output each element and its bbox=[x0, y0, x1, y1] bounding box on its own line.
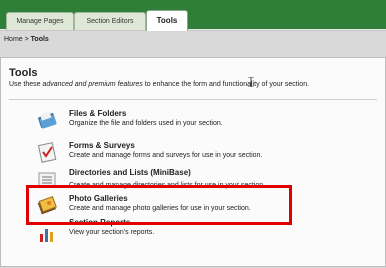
tab-manage-pages[interactable]: Manage Pages bbox=[6, 12, 74, 30]
tab-section-editors[interactable]: Section Editors bbox=[74, 12, 146, 30]
tool-item-files-folders[interactable]: Files & Folders Organize the file and fo… bbox=[37, 109, 357, 135]
breadcrumb: Home > Tools bbox=[4, 36, 49, 43]
page-title: Tools bbox=[9, 67, 38, 79]
tools-desc-post: to enhance the form and functionality of… bbox=[142, 81, 310, 88]
breadcrumb-separator: > bbox=[22, 36, 31, 43]
tab-tools[interactable]: Tools bbox=[146, 10, 188, 31]
breadcrumb-home[interactable]: Home bbox=[4, 36, 23, 43]
section-reports-icon bbox=[40, 229, 53, 242]
files-folders-icon bbox=[38, 111, 57, 129]
tool-description: Create and manage forms and surveys for … bbox=[69, 152, 263, 159]
tools-description: Use these advanced and premium features … bbox=[9, 81, 309, 88]
tool-title[interactable]: Files & Folders bbox=[69, 109, 126, 118]
tool-description: View your section's reports. bbox=[69, 229, 155, 236]
text-cursor-icon bbox=[248, 77, 254, 87]
tab-strip: Manage Pages Section Editors Tools bbox=[0, 0, 386, 31]
tool-description: Organize the file and folders used in yo… bbox=[69, 120, 223, 127]
tool-title[interactable]: Forms & Surveys bbox=[69, 141, 135, 150]
breadcrumb-current: Tools bbox=[30, 36, 49, 43]
highlight-box bbox=[26, 185, 292, 225]
divider bbox=[9, 99, 377, 100]
forms-surveys-icon bbox=[37, 142, 57, 163]
tools-header: Tools Use these advanced and premium fea… bbox=[9, 67, 309, 88]
tools-panel: Tools Use these advanced and premium fea… bbox=[0, 57, 386, 267]
tool-item-section-reports[interactable]: Section Reports View your section's repo… bbox=[37, 218, 357, 248]
tool-item-forms-surveys[interactable]: Forms & Surveys Create and manage forms … bbox=[37, 141, 357, 167]
tool-title[interactable]: Directories and Lists (MiniBase) bbox=[69, 168, 191, 177]
tools-desc-pre: Use these bbox=[9, 81, 43, 88]
tools-desc-emphasis: advanced and premium features bbox=[42, 81, 143, 88]
